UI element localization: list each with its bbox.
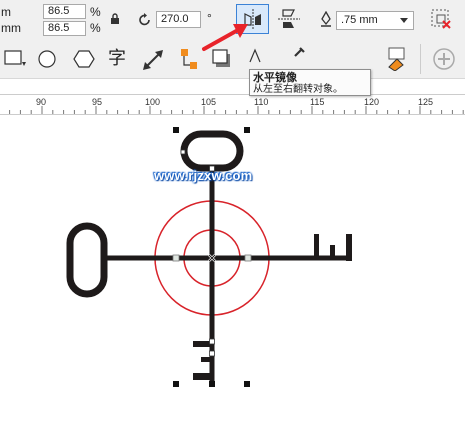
ellipse-tool-icon[interactable] bbox=[38, 49, 58, 69]
scale-x-input[interactable]: 86.5 bbox=[43, 4, 86, 19]
ruler-label: 95 bbox=[92, 97, 103, 107]
ruler-label: 115 bbox=[310, 97, 325, 107]
clear-transform-icon[interactable] bbox=[430, 8, 452, 30]
size-unit-label: mm bbox=[1, 21, 21, 35]
horizontal-ruler[interactable]: 90 95 100 105 110 115 120 125 bbox=[0, 94, 465, 115]
outline-pen-icon bbox=[321, 11, 331, 27]
ruler-label: 105 bbox=[201, 97, 217, 107]
eyedropper-icon[interactable] bbox=[292, 46, 306, 58]
tooltip-title: 水平镜像 bbox=[253, 72, 297, 84]
rotation-angle-input[interactable]: 270.0 bbox=[156, 11, 201, 28]
mirror-vertical-icon[interactable] bbox=[278, 8, 300, 30]
tooltip-description: 从左至右翻转对象。 bbox=[253, 84, 343, 95]
text-tool-icon[interactable]: 字 bbox=[108, 48, 126, 68]
ruler-label: 120 bbox=[364, 97, 380, 107]
left-key-loop bbox=[66, 222, 108, 298]
bottom-key-teeth bbox=[193, 341, 213, 380]
scale-y-input[interactable]: 86.5 bbox=[43, 21, 86, 36]
ruler-label: 125 bbox=[418, 97, 434, 107]
percent-label: % bbox=[90, 5, 101, 19]
dimension-tool-icon[interactable] bbox=[142, 49, 164, 71]
outline-width-select[interactable]: .75 mm bbox=[336, 11, 414, 30]
rectangle-tool-icon[interactable] bbox=[4, 50, 26, 68]
chevron-down-icon bbox=[400, 18, 408, 23]
ruler-label: 110 bbox=[254, 97, 269, 107]
top-key-loop bbox=[180, 130, 244, 172]
connector-tool-icon[interactable] bbox=[178, 47, 200, 71]
toolbar-divider bbox=[420, 44, 421, 74]
drawing-canvas[interactable] bbox=[0, 114, 465, 426]
lock-ratio-icon[interactable] bbox=[110, 13, 120, 25]
percent-label: % bbox=[90, 21, 101, 35]
ruler-label: 100 bbox=[145, 97, 161, 107]
polygon-tool-icon[interactable] bbox=[73, 49, 95, 69]
pointer-arrow bbox=[202, 24, 248, 51]
tooltip: 水平镜像 从左至右翻转对象。 bbox=[249, 69, 371, 96]
add-icon[interactable] bbox=[433, 48, 455, 70]
interactive-fill-icon[interactable] bbox=[385, 47, 409, 71]
ruler-ticks bbox=[9, 106, 464, 114]
watermark-text: www.rjzxw.com bbox=[154, 168, 253, 183]
outline-width-value: .75 mm bbox=[341, 14, 378, 26]
size-unit-label: m bbox=[1, 5, 11, 19]
rotate-icon bbox=[139, 13, 150, 26]
ruler-label: 90 bbox=[36, 97, 47, 107]
